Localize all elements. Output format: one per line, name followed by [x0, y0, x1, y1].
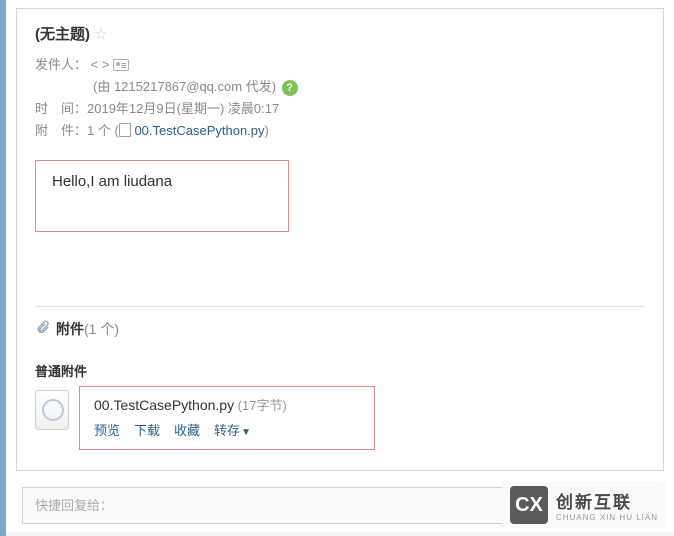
vcard-icon[interactable] — [113, 59, 129, 71]
attachment-detail-box: 00.TestCasePython.py (17字节) 预览 下载 收藏 转存▼ — [79, 386, 375, 450]
left-accent-strip — [0, 0, 6, 536]
attach-count: 1 个 — [87, 123, 111, 138]
attach-link[interactable]: 00.TestCasePython.py — [134, 123, 264, 138]
attach-meta-row: 附 件：1 个 ( 00.TestCasePython.py) — [35, 120, 645, 142]
from-label: 发件人： — [35, 54, 87, 76]
star-icon[interactable]: ☆ — [94, 25, 107, 43]
attachment-thumbnail-icon[interactable] — [35, 390, 69, 430]
watermark-main: 创新互联 — [556, 488, 658, 513]
mail-body-box: Hello,I am liudana — [35, 160, 289, 232]
help-icon[interactable]: ? — [282, 80, 298, 96]
chevron-down-icon: ▼ — [241, 427, 251, 438]
attachment-actions: 预览 下载 收藏 转存▼ — [94, 420, 360, 439]
from-value: < > — [91, 57, 110, 72]
time-row: 时 间：2019年12月9日(星期一) 凌晨0:17 — [35, 98, 645, 120]
watermark-logo-icon: CX — [510, 486, 548, 524]
attachment-filename-row: 00.TestCasePython.py (17字节) — [94, 395, 360, 414]
forward-action[interactable]: 转存▼ — [214, 420, 251, 439]
attachment-header: 附件(1 个) — [35, 319, 645, 339]
time-label: 时 间： — [35, 98, 87, 120]
download-action[interactable]: 下载 — [134, 420, 160, 439]
subject-text: (无主题) — [35, 23, 90, 44]
mail-container: (无主题) ☆ 发件人： < > (由 1215217867@qq.com 代发… — [6, 0, 674, 532]
attachment-subtitle: 普通附件 — [35, 361, 645, 380]
preview-action[interactable]: 预览 — [94, 420, 120, 439]
attachment-item: 00.TestCasePython.py (17字节) 预览 下载 收藏 转存▼ — [35, 386, 645, 450]
file-icon — [119, 123, 131, 137]
attachment-size: (17字节) — [238, 398, 287, 413]
behalf-prefix: (由 — [93, 79, 114, 94]
mail-body-text: Hello,I am liudana — [52, 173, 272, 190]
mail-panel: (无主题) ☆ 发件人： < > (由 1215217867@qq.com 代发… — [16, 8, 664, 471]
favorite-action[interactable]: 收藏 — [174, 420, 200, 439]
from-row: 发件人： < > — [35, 54, 645, 76]
paperclip-icon — [35, 320, 50, 339]
from-behalf-row: (由 1215217867@qq.com 代发) ? — [35, 76, 645, 98]
attachment-section: 附件(1 个) 普通附件 00.TestCasePython.py (17字节)… — [35, 306, 645, 450]
attach-label: 附 件： — [35, 120, 87, 142]
time-value: 2019年12月9日(星期一) 凌晨0:17 — [87, 101, 279, 116]
watermark-text: 创新互联 CHUANG XIN HU LIAN — [556, 488, 658, 522]
attachment-title: 附件 — [56, 321, 84, 337]
behalf-email: 1215217867@qq.com — [114, 79, 242, 94]
attachment-count: (1 个) — [84, 321, 119, 337]
watermark-sub: CHUANG XIN HU LIAN — [556, 513, 658, 522]
attachment-filename: 00.TestCasePython.py — [94, 397, 234, 413]
subject-row: (无主题) ☆ — [35, 23, 645, 44]
behalf-suffix: 代发) — [242, 79, 276, 94]
watermark: CX 创新互联 CHUANG XIN HU LIAN — [502, 482, 666, 528]
